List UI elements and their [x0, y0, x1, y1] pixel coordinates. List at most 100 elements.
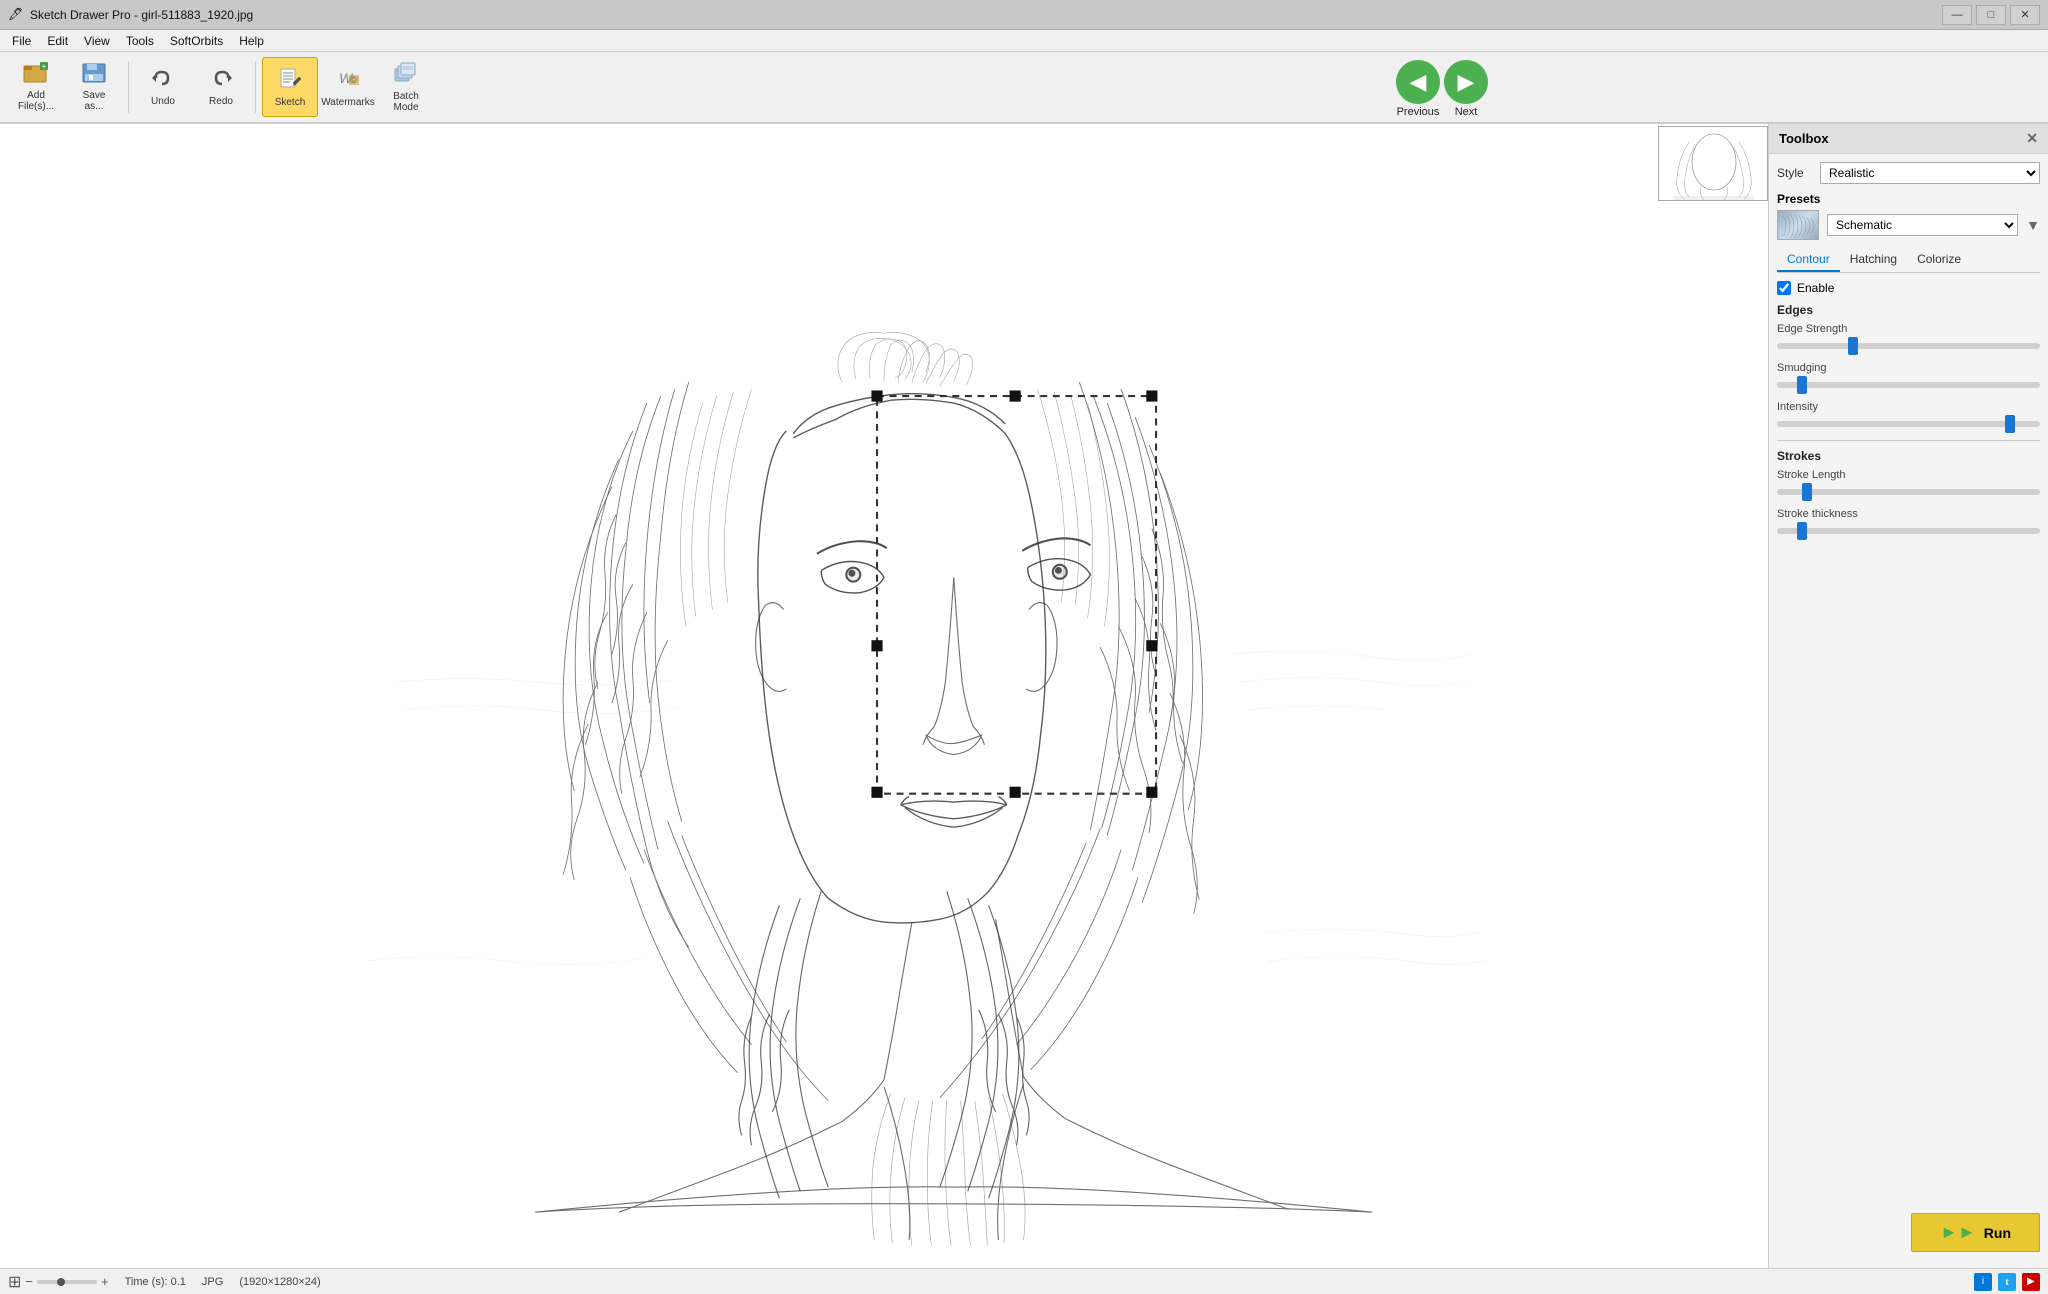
- twitter-icon[interactable]: t: [1998, 1273, 2016, 1291]
- batch-sublabel: Mode: [393, 102, 418, 113]
- intensity-label: Intensity: [1777, 401, 2040, 413]
- menu-softorbits[interactable]: SoftOrbits: [162, 32, 231, 50]
- edge-strength-slider[interactable]: [1777, 343, 2040, 349]
- sketch-icon: [277, 67, 303, 95]
- previous-nav-wrap: ◀ Previous: [1396, 60, 1440, 118]
- style-select[interactable]: Realistic Artistic Simple: [1820, 162, 2040, 184]
- info-icon[interactable]: i: [1974, 1273, 1992, 1291]
- watermarks-label: Watermarks: [321, 97, 375, 108]
- sel-handle-mr[interactable]: [1146, 640, 1157, 651]
- title-bar: 🖊 Sketch Drawer Pro - girl-511883_1920.j…: [0, 0, 2048, 30]
- sel-handle-ml[interactable]: [871, 640, 882, 651]
- sel-handle-bc[interactable]: [1010, 787, 1021, 798]
- menu-edit[interactable]: Edit: [39, 32, 76, 50]
- zoom-slider-track[interactable]: [37, 1280, 97, 1284]
- tab-hatching[interactable]: Hatching: [1840, 248, 1907, 272]
- toolbox-content: Style Realistic Artistic Simple Presets: [1769, 154, 2048, 1197]
- sel-handle-tr[interactable]: [1146, 390, 1157, 401]
- sel-handle-tl[interactable]: [871, 390, 882, 401]
- zoom-slider-thumb[interactable]: [57, 1278, 65, 1286]
- svg-text:+: +: [42, 62, 47, 71]
- previous-label: Previous: [1397, 106, 1440, 118]
- menu-tools[interactable]: Tools: [118, 32, 162, 50]
- zoom-fit-icon[interactable]: ⊞: [8, 1272, 21, 1292]
- stroke-thickness-slider[interactable]: [1777, 528, 2040, 534]
- toolbox-close-button[interactable]: ✕: [2026, 130, 2038, 147]
- canvas-area[interactable]: [0, 124, 1768, 1268]
- toolbar-wrapper: + Add File(s)... Save as...: [0, 52, 2048, 124]
- zoom-out-button[interactable]: −: [25, 1274, 33, 1289]
- sel-handle-tc[interactable]: [1010, 390, 1021, 401]
- smudging-group: Smudging: [1777, 362, 2040, 391]
- stroke-thickness-label: Stroke thickness: [1777, 508, 2040, 520]
- run-button[interactable]: ►► Run: [1911, 1213, 2040, 1252]
- maximize-button[interactable]: □: [1976, 5, 2006, 25]
- save-label: Save: [83, 90, 106, 101]
- watermarks-icon: W ©: [335, 67, 361, 95]
- zoom-area: ⊞ − +: [8, 1272, 109, 1292]
- watermarks-button[interactable]: W © Watermarks: [320, 57, 376, 117]
- next-nav-wrap: ▶ Next: [1444, 60, 1488, 118]
- edge-strength-label: Edge Strength: [1777, 323, 2040, 335]
- sketch-label: Sketch: [275, 97, 306, 108]
- sketch-wrapper: [0, 124, 1768, 1268]
- undo-button[interactable]: Undo: [135, 57, 191, 117]
- sel-handle-bl[interactable]: [871, 787, 882, 798]
- sel-handle-br[interactable]: [1146, 787, 1157, 798]
- add-files-sublabel: File(s)...: [18, 101, 54, 112]
- undo-icon: [150, 68, 176, 94]
- nav-buttons-area: ◀ Previous ▶ Next: [1396, 60, 1488, 118]
- preset-thumbnail-icon: [1777, 210, 1819, 240]
- run-arrow-icon: ►►: [1940, 1222, 1976, 1243]
- time-status: Time (s): 0.1: [125, 1276, 186, 1288]
- menu-bar: File Edit View Tools SoftOrbits Help: [0, 30, 2048, 52]
- thumbnail-svg: [1659, 127, 1768, 201]
- menu-file[interactable]: File: [4, 32, 39, 50]
- menu-view[interactable]: View: [76, 32, 118, 50]
- next-button[interactable]: ▶: [1444, 60, 1488, 104]
- zoom-in-button[interactable]: +: [101, 1274, 109, 1289]
- app-icon: 🖊: [8, 7, 24, 23]
- tab-colorize[interactable]: Colorize: [1907, 248, 1971, 272]
- toolbar-separator-1: [128, 61, 129, 113]
- tab-contour[interactable]: Contour: [1777, 248, 1840, 272]
- redo-icon: [208, 68, 234, 94]
- close-button[interactable]: ✕: [2010, 5, 2040, 25]
- youtube-icon[interactable]: ▶: [2022, 1273, 2040, 1291]
- redo-button[interactable]: Redo: [193, 57, 249, 117]
- menu-help[interactable]: Help: [231, 32, 272, 50]
- run-label: Run: [1984, 1225, 2011, 1241]
- intensity-slider[interactable]: [1777, 421, 2040, 427]
- thumbnail-area: [1658, 126, 1768, 201]
- stroke-length-slider[interactable]: [1777, 489, 2040, 495]
- dimensions-status: (1920×1280×24): [239, 1276, 320, 1288]
- status-bar: ⊞ − + Time (s): 0.1 JPG (1920×1280×24) i…: [0, 1268, 2048, 1294]
- add-files-icon: +: [22, 62, 50, 88]
- save-icon: [81, 62, 107, 88]
- presets-section: Presets: [1777, 192, 2040, 240]
- intensity-group: Intensity: [1777, 401, 2040, 430]
- minimize-button[interactable]: —: [1942, 5, 1972, 25]
- toolbox-panel: Toolbox ✕ Style Realistic Artistic Simpl…: [1768, 124, 2048, 1268]
- add-files-button[interactable]: + Add File(s)...: [8, 57, 64, 117]
- stroke-thickness-group: Stroke thickness: [1777, 508, 2040, 537]
- enable-label: Enable: [1797, 281, 1834, 295]
- smudging-slider[interactable]: [1777, 382, 2040, 388]
- batch-mode-button[interactable]: Batch Mode: [378, 57, 434, 117]
- svg-text:©: ©: [350, 75, 357, 85]
- add-files-label: Add: [27, 90, 45, 101]
- main-layout: Toolbox ✕ Style Realistic Artistic Simpl…: [0, 124, 2048, 1268]
- presets-dropdown-arrow[interactable]: ▼: [2026, 217, 2040, 233]
- previous-button[interactable]: ◀: [1396, 60, 1440, 104]
- presets-select[interactable]: Schematic Classic Modern Detailed: [1827, 214, 2018, 236]
- sketch-button[interactable]: Sketch: [262, 57, 318, 117]
- enable-checkbox[interactable]: [1777, 281, 1791, 295]
- save-as-button[interactable]: Save as...: [66, 57, 122, 117]
- batch-label: Batch: [393, 91, 419, 102]
- save-sublabel: as...: [85, 101, 104, 112]
- sketch-svg: [0, 124, 1768, 1268]
- style-label: Style: [1777, 166, 1812, 180]
- presets-row: Schematic Classic Modern Detailed ▼: [1777, 210, 2040, 240]
- smudging-label: Smudging: [1777, 362, 2040, 374]
- style-row: Style Realistic Artistic Simple: [1777, 162, 2040, 184]
